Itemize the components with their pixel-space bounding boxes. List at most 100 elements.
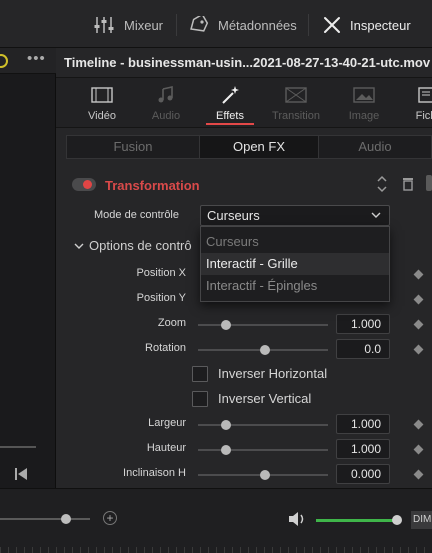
keyframe-icon[interactable]	[413, 294, 424, 305]
scroll-track[interactable]	[0, 446, 36, 448]
dropdown-option[interactable]: Curseurs	[201, 231, 389, 253]
options-section-header[interactable]: Options de contrô	[89, 238, 192, 253]
slider-knob[interactable]	[221, 420, 231, 430]
mixer-label: Mixeur	[124, 17, 164, 33]
param-skew-h: Inclinaison H 0.000	[56, 464, 432, 486]
effect-type-segmented-control: Fusion Open FX Audio	[66, 135, 432, 159]
param-label: Inclinaison H	[123, 467, 186, 479]
music-note-icon	[158, 86, 173, 103]
tab-label: Fich	[415, 110, 432, 122]
reorder-icon[interactable]	[376, 174, 388, 194]
param-label: Position Y	[136, 292, 186, 304]
magic-wand-icon	[222, 86, 239, 104]
slider-knob[interactable]	[260, 470, 270, 480]
transition-icon	[285, 87, 307, 103]
slider-track[interactable]	[198, 424, 328, 426]
tab-effects[interactable]: Effets	[200, 82, 260, 122]
flip-vertical-row[interactable]: Inverser Vertical	[192, 389, 412, 409]
mixer-button[interactable]: Mixeur	[94, 12, 163, 38]
skip-to-start-icon[interactable]	[14, 466, 28, 482]
tools-icon	[324, 17, 340, 33]
value-field[interactable]: 1.000	[336, 314, 390, 334]
zoom-slider-knob[interactable]	[61, 514, 71, 524]
slider-track[interactable]	[198, 324, 328, 326]
left-panel-header: •••	[0, 48, 56, 74]
chevron-down-icon[interactable]	[74, 243, 84, 250]
metadata-label: Métadonnées	[218, 17, 297, 33]
file-icon	[418, 87, 432, 103]
metadata-button[interactable]: Métadonnées	[188, 12, 297, 38]
clip-title: Timeline - businessman-usin...2021-08-27…	[64, 55, 431, 70]
zoom-slider-track[interactable]	[0, 518, 90, 520]
slider-track[interactable]	[198, 449, 328, 451]
param-height: Hauteur 1.000	[56, 439, 432, 461]
transformation-enable-toggle[interactable]	[72, 178, 96, 191]
value-field[interactable]: 1.000	[336, 439, 390, 459]
active-tab-indicator	[206, 123, 254, 125]
trash-icon[interactable]	[402, 177, 414, 191]
slider-knob[interactable]	[221, 445, 231, 455]
checkbox-label: Inverser Horizontal	[218, 366, 328, 381]
more-options-icon[interactable]	[426, 175, 432, 191]
param-zoom: Zoom 1.000	[56, 314, 432, 336]
tab-label: Image	[348, 110, 380, 122]
param-label: Largeur	[148, 417, 186, 429]
film-icon	[91, 87, 113, 103]
tab-audio[interactable]: Audio	[136, 82, 196, 122]
dropdown-option[interactable]: Interactif - Épingles	[201, 275, 389, 297]
param-label: Hauteur	[146, 442, 186, 454]
param-label: Rotation	[145, 342, 186, 354]
checkbox-label: Inverser Vertical	[218, 391, 312, 406]
tab-label: Vidéo	[88, 110, 116, 122]
keyframe-icon[interactable]	[413, 444, 424, 455]
inspector-button[interactable]: Inspecteur	[322, 12, 411, 38]
dim-button[interactable]: DIM	[411, 511, 432, 529]
volume-slider-knob[interactable]	[392, 515, 402, 525]
tab-video[interactable]: Vidéo	[72, 82, 132, 122]
tab-image[interactable]: Image	[334, 82, 394, 122]
mixer-icon	[94, 17, 114, 33]
keyframe-icon[interactable]	[413, 469, 424, 480]
value-field[interactable]: 0.000	[336, 464, 390, 484]
image-icon	[353, 87, 375, 103]
toolbar-divider	[308, 14, 309, 36]
tag-icon	[190, 16, 209, 32]
param-width: Largeur 1.000	[56, 414, 432, 436]
slider-knob[interactable]	[260, 345, 270, 355]
toolbar-divider	[176, 14, 177, 36]
color-wheel-icon[interactable]	[0, 54, 8, 68]
slider-knob[interactable]	[221, 320, 231, 330]
param-label: Position X	[136, 267, 186, 279]
section-title[interactable]: Transformation	[105, 178, 200, 193]
flip-vertical-checkbox[interactable]	[192, 391, 208, 407]
flip-horizontal-row[interactable]: Inverser Horizontal	[192, 364, 412, 384]
control-mode-label: Mode de contrôle	[94, 209, 179, 221]
keyframe-icon[interactable]	[413, 344, 424, 355]
keyframe-icon[interactable]	[413, 419, 424, 430]
segment-fusion[interactable]: Fusion	[67, 136, 199, 158]
tab-file[interactable]: Fich	[396, 82, 432, 122]
volume-slider-fill[interactable]	[316, 519, 396, 522]
control-mode-dropdown-menu: Curseurs Interactif - Grille Interactif …	[200, 226, 390, 302]
segment-openfx[interactable]: Open FX	[199, 136, 319, 158]
more-options-icon[interactable]: •••	[27, 50, 46, 67]
control-mode-value: Curseurs	[207, 208, 260, 223]
inspector-tabs: Vidéo Audio Effets Transition Image Fic	[56, 78, 432, 128]
dropdown-option-highlighted[interactable]: Interactif - Grille	[201, 253, 389, 275]
tab-transition[interactable]: Transition	[266, 82, 326, 122]
control-mode-select[interactable]: Curseurs	[200, 205, 390, 226]
segment-audio[interactable]: Audio	[319, 136, 431, 158]
flip-horizontal-checkbox[interactable]	[192, 366, 208, 382]
zoom-in-icon[interactable]: +	[103, 511, 117, 525]
value-field[interactable]: 1.000	[336, 414, 390, 434]
tab-label: Transition	[272, 110, 320, 122]
value-field[interactable]: 0.0	[336, 339, 390, 359]
param-label: Zoom	[157, 317, 186, 329]
speaker-icon[interactable]	[287, 510, 307, 528]
tab-label: Audio	[151, 110, 181, 122]
keyframe-icon[interactable]	[413, 319, 424, 330]
param-rotation: Rotation 0.0	[56, 339, 432, 361]
keyframe-icon[interactable]	[413, 269, 424, 280]
top-toolbar: Mixeur Métadonnées Inspecteur	[0, 0, 432, 48]
chevron-down-icon	[371, 212, 381, 218]
